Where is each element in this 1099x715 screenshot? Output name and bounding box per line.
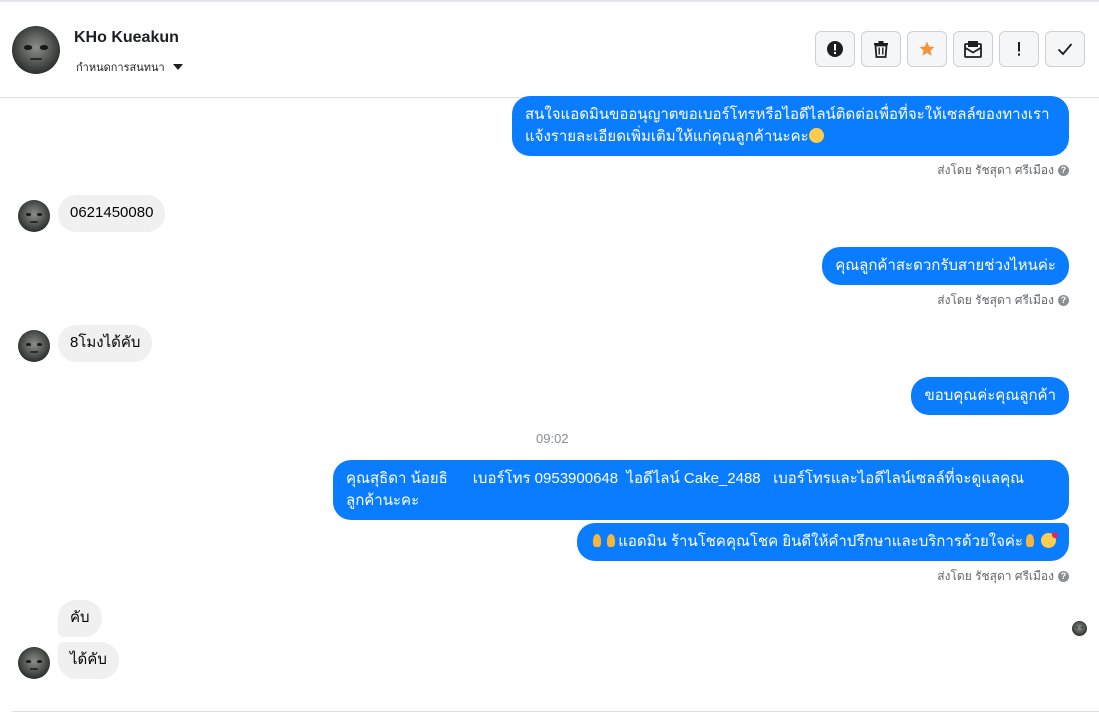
message-text: 8โมงได้คับ — [70, 334, 141, 351]
help-icon[interactable]: ? — [1058, 165, 1069, 176]
trash-icon — [874, 41, 888, 58]
help-icon[interactable]: ? — [1058, 295, 1069, 306]
outgoing-message[interactable]: คุณลูกค้าสะดวกรับสายช่วงไหนค่ะ — [822, 247, 1069, 285]
schedule-label: กำหนดการสนทนา — [76, 62, 165, 74]
contact-name[interactable]: KHo Kueakun — [74, 29, 179, 47]
message-text: ได้คับ — [70, 651, 107, 668]
timestamp: 09:02 — [536, 431, 569, 446]
pray-emoji — [604, 533, 618, 548]
message-text: ขอบคุณค่ะคุณลูกค้า — [924, 387, 1056, 404]
message-text: สนใจแอดมินขออนุญาตขอเบอร์โทรหรือไอดีไลน์… — [525, 106, 1050, 123]
help-icon[interactable]: ? — [1058, 571, 1069, 582]
incoming-message[interactable]: 8โมงได้คับ — [58, 325, 153, 362]
mark-unread-button[interactable] — [953, 31, 993, 67]
message-text: แอดมิน ร้านโชคคุณโชค ยินดีให้คำปรึกษาและ… — [618, 533, 1023, 550]
message-text: คุณลูกค้าสะดวกรับสายช่วงไหนค่ะ — [835, 257, 1056, 274]
check-icon — [1057, 43, 1073, 56]
message-text: ลูกค้านะคะ — [346, 492, 420, 509]
conversation-schedule-dropdown[interactable]: กำหนดการสนทนา — [76, 58, 183, 76]
message-text: คุณสุธิดา น้อยธิ เบอร์โทร 0953900648 ไอด… — [346, 470, 1025, 487]
contact-avatar-small[interactable] — [18, 330, 50, 362]
contact-avatar-small[interactable] — [18, 647, 50, 679]
alert-button[interactable] — [815, 31, 855, 67]
message-text: แจ้งรายละเอียดเพิ่มเติมให้แก่คุณลูกค้านะ… — [525, 128, 809, 145]
sent-by-text: ส่งโดย รัชสุดา ศรีเมือง — [937, 569, 1054, 583]
done-button[interactable] — [1045, 31, 1085, 67]
pray-emoji — [590, 533, 604, 548]
incoming-message[interactable]: คับ — [58, 600, 102, 637]
sent-by-text: ส่งโดย รัชสุดา ศรีเมือง — [937, 293, 1054, 307]
mail-icon — [964, 41, 982, 58]
outgoing-message[interactable]: สนใจแอดมินขออนุญาตขอเบอร์โทรหรือไอดีไลน์… — [512, 96, 1069, 156]
message-text: คับ — [70, 609, 90, 626]
sent-by-label: ส่งโดย รัชสุดา ศรีเมือง ? — [937, 291, 1069, 310]
conversation-toolbar — [815, 31, 1085, 67]
contact-avatar-small[interactable] — [18, 200, 50, 232]
message-text: 0621450080 — [70, 204, 154, 221]
outgoing-message[interactable]: ขอบคุณค่ะคุณลูกค้า — [911, 377, 1069, 415]
smile-emoji — [808, 128, 824, 143]
contact-avatar[interactable] — [12, 26, 60, 74]
caret-down-icon — [172, 64, 183, 70]
incoming-message[interactable]: 0621450080 — [58, 195, 166, 232]
sent-by-label: ส่งโดย รัชสุดา ศรีเมือง ? — [937, 567, 1069, 586]
seen-avatar-indicator — [1072, 621, 1087, 636]
conversation-header: KHo Kueakun กำหนดการสนทนา — [0, 2, 1099, 98]
outgoing-message[interactable]: แอดมิน ร้านโชคคุณโชค ยินดีให้คำปรึกษาและ… — [577, 523, 1069, 561]
star-icon — [919, 41, 935, 56]
heart-face-emoji — [1041, 532, 1058, 548]
composer-border — [12, 711, 1099, 712]
delete-button[interactable] — [861, 31, 901, 67]
outgoing-message[interactable]: คุณสุธิดา น้อยธิ เบอร์โทร 0953900648 ไอด… — [333, 460, 1069, 520]
spam-button[interactable] — [999, 31, 1039, 67]
exclamation-icon — [1018, 42, 1020, 56]
alert-circle-icon — [827, 41, 843, 57]
sent-by-text: ส่งโดย รัชสุดา ศรีเมือง — [937, 163, 1054, 177]
pray-emoji — [1023, 533, 1037, 548]
sent-by-label: ส่งโดย รัชสุดา ศรีเมือง ? — [937, 161, 1069, 180]
incoming-message[interactable]: ได้คับ — [58, 642, 119, 679]
star-button[interactable] — [907, 31, 947, 67]
